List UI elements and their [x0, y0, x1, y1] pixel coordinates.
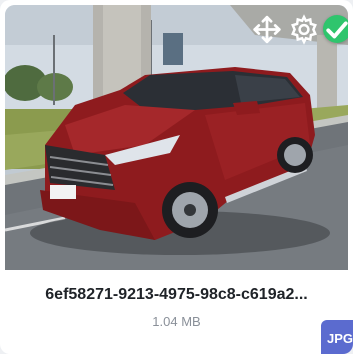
settings-button[interactable]	[289, 13, 319, 45]
image-preview[interactable]	[5, 5, 348, 270]
gear-icon	[291, 13, 317, 45]
file-name: 6ef58271-9213-4975-98c8-c619a2...	[45, 286, 308, 303]
move-icon	[253, 15, 281, 43]
check-icon	[326, 20, 348, 38]
file-type-badge: JPG	[321, 320, 353, 354]
file-card[interactable]: 6ef58271-9213-4975-98c8-c619a2... 1.04 M…	[0, 0, 353, 354]
move-button[interactable]	[252, 14, 282, 44]
file-size: 1.04 MB	[152, 314, 201, 329]
confirm-button[interactable]	[323, 15, 348, 43]
